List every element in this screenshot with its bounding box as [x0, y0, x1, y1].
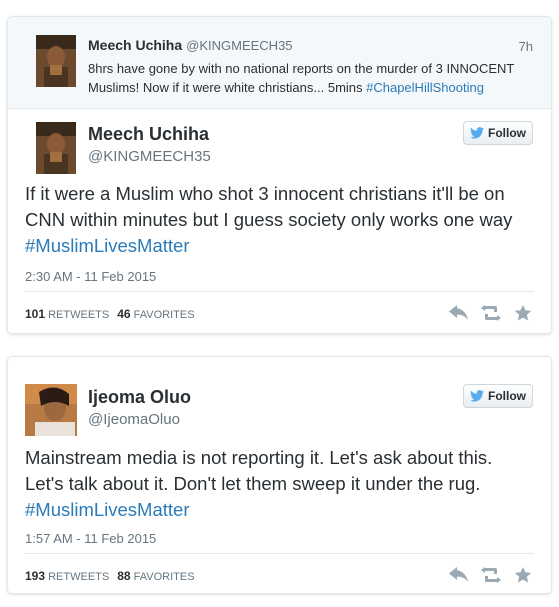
parent-author[interactable]: Meech Uchiha @KINGMEECH35	[88, 37, 293, 53]
author-avatar[interactable]	[25, 384, 77, 436]
tweet-card-ijeoma: Ijeoma Oluo @IjeomaOluo Follow Mainstrea…	[7, 356, 552, 594]
parent-tweet[interactable]: Meech Uchiha @KINGMEECH35 7h 8hrs have go…	[8, 17, 551, 109]
retweets-count: 193	[25, 569, 46, 583]
favorites-count: 46	[117, 307, 131, 321]
retweets-label: RETWEETS	[48, 571, 110, 583]
tweet-timestamp[interactable]: 1:57 AM - 11 Feb 2015	[25, 531, 156, 546]
retweets-stat[interactable]: 193 RETWEETS	[25, 569, 110, 583]
author-avatar[interactable]	[36, 122, 76, 174]
twitter-bird-icon	[470, 390, 484, 402]
favorites-stat[interactable]: 46 FAVORITES	[117, 307, 195, 321]
divider	[25, 291, 534, 292]
parent-avatar[interactable]	[36, 35, 76, 87]
author-name[interactable]: Meech Uchiha	[88, 124, 209, 145]
follow-button[interactable]: Follow	[463, 384, 533, 408]
hashtag-link[interactable]: #MuslimLivesMatter	[25, 499, 190, 520]
retweets-label: RETWEETS	[48, 309, 110, 321]
favorites-label: FAVORITES	[133, 571, 195, 583]
retweets-count: 101	[25, 307, 46, 321]
tweet-text-body: Mainstream media is not reporting it. Le…	[25, 447, 493, 494]
parent-hashtag-link[interactable]: #ChapelHillShooting	[366, 80, 484, 95]
tweet-actions	[449, 305, 533, 321]
tweet-card-meech: Meech Uchiha @KINGMEECH35 7h 8hrs have go…	[7, 16, 552, 334]
tweet-text: Mainstream media is not reporting it. Le…	[25, 445, 535, 523]
author-name[interactable]: Ijeoma Oluo	[88, 387, 191, 408]
parent-author-handle[interactable]: @KINGMEECH35	[186, 38, 292, 53]
favorites-count: 88	[117, 569, 131, 583]
parent-author-name[interactable]: Meech Uchiha	[88, 37, 182, 53]
hashtag-link[interactable]: #MuslimLivesMatter	[25, 235, 190, 256]
author-handle[interactable]: @IjeomaOluo	[88, 411, 180, 428]
follow-button[interactable]: Follow	[463, 121, 533, 145]
tweet-stats: 193 RETWEETS 88 FAVORITES	[25, 569, 195, 583]
tweet-timestamp[interactable]: 2:30 AM - 11 Feb 2015	[25, 269, 156, 284]
tweet-stats: 101 RETWEETS 46 FAVORITES	[25, 307, 195, 321]
author-handle[interactable]: @KINGMEECH35	[88, 148, 211, 165]
reply-icon[interactable]	[449, 567, 469, 583]
tweet-actions	[449, 567, 533, 583]
favorites-stat[interactable]: 88 FAVORITES	[117, 569, 195, 583]
favorite-icon[interactable]	[513, 305, 533, 321]
parent-time[interactable]: 7h	[519, 39, 533, 54]
twitter-bird-icon	[470, 127, 484, 139]
favorites-label: FAVORITES	[133, 309, 195, 321]
retweet-icon[interactable]	[481, 567, 501, 583]
divider	[25, 553, 534, 554]
follow-label: Follow	[488, 126, 526, 140]
tweet-text-body: If it were a Muslim who shot 3 innocent …	[25, 183, 513, 230]
retweets-stat[interactable]: 101 RETWEETS	[25, 307, 110, 321]
retweet-icon[interactable]	[481, 305, 501, 321]
follow-label: Follow	[488, 389, 526, 403]
favorite-icon[interactable]	[513, 567, 533, 583]
reply-icon[interactable]	[449, 305, 469, 321]
parent-tweet-text: 8hrs have gone by with no national repor…	[88, 59, 528, 97]
tweet-text: If it were a Muslim who shot 3 innocent …	[25, 181, 535, 259]
